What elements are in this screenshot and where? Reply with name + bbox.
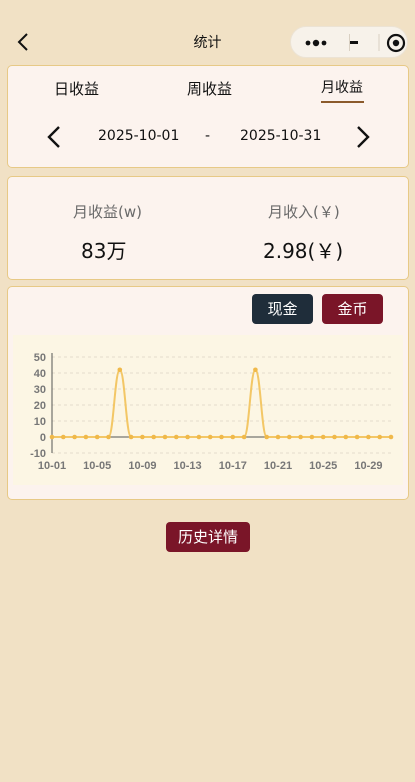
data-point — [343, 434, 349, 440]
monthly-income-value: 2.98(￥) — [263, 239, 344, 263]
more-dots-icon[interactable] — [291, 27, 349, 57]
data-point — [377, 434, 383, 440]
data-point — [61, 434, 66, 440]
x-tick-label: 10-01 — [38, 460, 66, 472]
chart-card: 现金 金币 -10 0 10 20 30 40 50 10-01 10-05 10-09 10-13… — [7, 286, 409, 500]
data-point — [366, 434, 371, 440]
next-chevron-icon[interactable] — [353, 124, 373, 152]
data-point — [264, 434, 269, 440]
data-point — [49, 434, 55, 440]
tab-daily[interactable]: 日收益 — [54, 78, 99, 99]
statistics-page: 统计 日收益 周收益 月收益 2025-10-01 - 2025-10-31 月… — [0, 0, 415, 782]
x-tick-label: 10-05 — [83, 460, 111, 472]
data-point — [241, 434, 247, 440]
data-point — [196, 434, 202, 440]
end-date[interactable]: 2025-10-31 — [240, 128, 321, 144]
x-tick-label: 10-29 — [354, 460, 382, 472]
data-point — [275, 434, 281, 440]
data-point — [83, 434, 89, 440]
data-point — [253, 367, 258, 373]
data-point — [151, 434, 156, 440]
data-point — [72, 434, 77, 440]
x-tick-label: 10-13 — [174, 460, 202, 472]
data-point — [94, 434, 100, 440]
tab-monthly[interactable]: 月收益 — [321, 77, 363, 97]
date-range-row: 2025-10-01 - 2025-10-31 — [8, 116, 408, 156]
monthly-earnings-value: 83万 — [81, 239, 127, 263]
start-date[interactable]: 2025-10-01 — [98, 128, 179, 144]
data-point — [128, 434, 134, 440]
close-target-icon[interactable] — [371, 27, 407, 57]
data-point — [320, 434, 326, 440]
data-point — [219, 434, 224, 440]
y-tick-label: 20 — [34, 400, 46, 412]
series-line — [52, 368, 391, 438]
x-tick-label: 10-09 — [128, 460, 156, 472]
earnings-line-chart: -10 0 10 20 30 40 50 10-01 10-05 10-09 10-13 10-17 1… — [13, 335, 403, 485]
period-tabs: 日收益 周收益 月收益 — [8, 66, 408, 116]
miniprogram-capsule — [290, 26, 408, 58]
data-point — [185, 434, 190, 440]
nav-bar: 统计 — [0, 0, 415, 64]
y-tick-label: 50 — [34, 352, 46, 364]
active-tab-underline — [321, 101, 364, 103]
x-tick-label: 10-25 — [309, 460, 337, 472]
history-details-button[interactable]: 历史详情 — [166, 522, 250, 552]
chart-svg: -10 0 10 20 30 40 50 10-01 10-05 10-09 10-13 10-17 1… — [30, 352, 394, 472]
data-point — [162, 434, 168, 440]
data-point — [106, 434, 111, 440]
minimize-icon[interactable] — [344, 27, 370, 57]
data-point — [117, 367, 123, 373]
y-tick-label: -10 — [30, 448, 46, 460]
monthly-earnings-label: 月收益(w) — [73, 203, 142, 221]
x-tick-label: 10-21 — [264, 460, 292, 472]
y-tick-label: 10 — [34, 416, 46, 428]
prev-chevron-icon[interactable] — [45, 124, 65, 152]
data-point — [230, 434, 236, 440]
y-tick-label: 40 — [34, 368, 46, 380]
summary-card: 月收益(w) 83万 月收入(￥) 2.98(￥) — [7, 176, 409, 280]
data-point — [332, 434, 337, 440]
data-point — [354, 434, 360, 440]
data-point — [174, 434, 179, 440]
date-separator: - — [205, 128, 211, 144]
period-card: 日收益 周收益 月收益 2025-10-01 - 2025-10-31 — [7, 65, 409, 168]
y-tick-label: 0 — [40, 432, 46, 444]
data-point — [140, 434, 145, 440]
data-point — [388, 434, 394, 440]
data-point — [287, 434, 292, 440]
cash-toggle-button[interactable]: 现金 — [252, 294, 313, 324]
x-tick-label: 10-17 — [219, 460, 247, 472]
data-point — [207, 434, 213, 440]
data-point — [298, 434, 303, 440]
y-tick-label: 30 — [34, 384, 46, 396]
coin-toggle-button[interactable]: 金币 — [322, 294, 383, 324]
monthly-income-label: 月收入(￥) — [268, 203, 340, 221]
tab-weekly[interactable]: 周收益 — [187, 78, 232, 99]
data-point — [309, 434, 315, 440]
